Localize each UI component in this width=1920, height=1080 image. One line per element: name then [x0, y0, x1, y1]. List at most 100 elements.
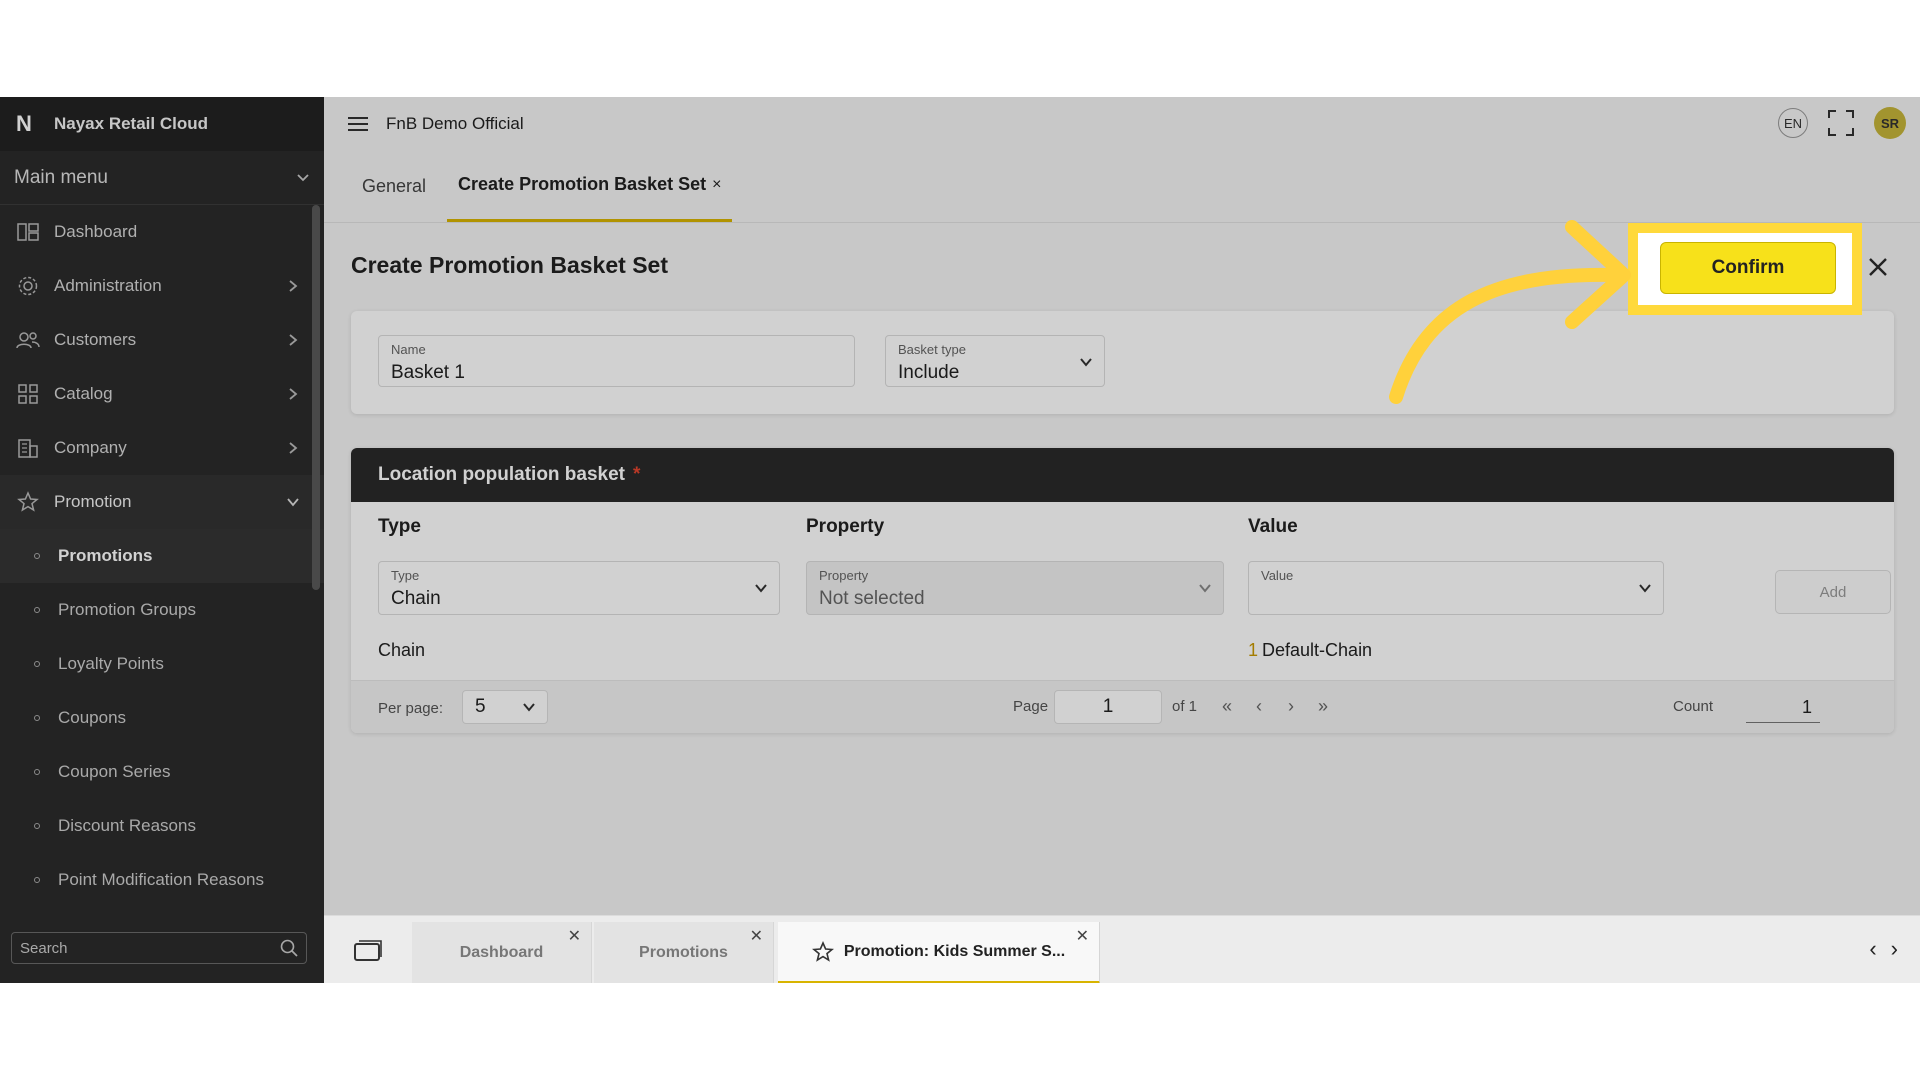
next-page-icon[interactable]: ›: [1281, 695, 1301, 717]
sidebar-item-company[interactable]: Company: [0, 421, 324, 475]
chevron-down-icon: [287, 498, 299, 507]
topbar: FnB Demo Official EN SR: [324, 97, 1920, 151]
type-select-value: Chain: [391, 588, 441, 609]
tab-general[interactable]: General: [351, 150, 437, 222]
required-mark: *: [633, 464, 641, 485]
bottom-tab-scroll: ‹ ›: [1869, 936, 1898, 962]
name-field-value: Basket 1: [391, 362, 465, 383]
close-icon[interactable]: ✕: [750, 926, 763, 946]
user-avatar[interactable]: SR: [1874, 107, 1906, 139]
sidebar-item-label: Customers: [54, 330, 137, 349]
sidebar-item-customers[interactable]: Customers: [0, 313, 324, 367]
last-page-icon[interactable]: »: [1313, 695, 1333, 717]
location-basket-title: Location population basket: [378, 464, 626, 485]
sidebar-subitem-promotions[interactable]: Promotions: [0, 529, 324, 583]
page-label: Page: [1013, 698, 1049, 715]
language-switcher[interactable]: EN: [1778, 108, 1808, 138]
add-button[interactable]: Add: [1775, 570, 1891, 614]
location-basket-header: Location population basket *: [351, 448, 1894, 502]
column-header-value: Value: [1248, 516, 1298, 537]
tab-create-promotion-basket-set[interactable]: Create Promotion Basket Set ×: [447, 150, 733, 222]
search-icon[interactable]: [280, 939, 298, 957]
chevron-down-icon: [755, 584, 767, 593]
close-icon[interactable]: ✕: [1076, 926, 1089, 946]
close-icon[interactable]: [1864, 253, 1892, 281]
property-select-label: Property: [819, 568, 869, 583]
page-number-input[interactable]: 1: [1054, 690, 1162, 724]
sidebar-item-label: Administration: [54, 276, 162, 295]
close-icon[interactable]: ✕: [568, 926, 581, 946]
row-value-text: Default-Chain: [1262, 640, 1373, 660]
sidebar-subitem-label: Discount Reasons: [58, 816, 196, 835]
sidebar-item-catalog[interactable]: Catalog: [0, 367, 324, 421]
catalog-grid-icon: [16, 382, 40, 406]
dashboard-icon: [16, 220, 40, 244]
bottom-tab-promotions[interactable]: Promotions ✕: [594, 922, 774, 983]
prev-page-icon[interactable]: ‹: [1249, 695, 1269, 717]
sidebar-subitem-label: Promotions: [58, 546, 153, 565]
chevron-right-icon: [289, 280, 298, 292]
sidebar-scrollbar[interactable]: [312, 205, 320, 590]
sidebar-subitem-discount-reasons[interactable]: Discount Reasons: [0, 799, 324, 853]
chevron-left-icon[interactable]: ‹: [1869, 936, 1876, 962]
window-switcher-icon[interactable]: [354, 940, 382, 962]
sidebar-search: [11, 932, 307, 964]
row-value-number: 1: [1248, 640, 1259, 660]
sidebar-subitem-coupons[interactable]: Coupons: [0, 691, 324, 745]
app-window: N Nayax Retail Cloud Main menu Dashboard…: [0, 97, 1920, 983]
sidebar-item-dashboard[interactable]: Dashboard: [0, 205, 324, 259]
name-field[interactable]: Name Basket 1: [378, 335, 855, 387]
confirm-button[interactable]: Confirm: [1660, 242, 1836, 294]
sidebar-item-label: Catalog: [54, 384, 113, 403]
page-title: Create Promotion Basket Set: [351, 252, 668, 278]
column-header-type: Type: [378, 516, 421, 537]
chevron-down-icon: [1639, 584, 1651, 593]
tab-label: General: [362, 175, 427, 196]
name-field-label: Name: [391, 342, 426, 357]
first-page-icon[interactable]: «: [1217, 695, 1237, 717]
sidebar-search-input[interactable]: [20, 939, 280, 957]
brand-name: Nayax Retail Cloud: [54, 114, 208, 133]
bottom-tab-bar: Dashboard ✕ Promotions ✕ Promotion: Kids…: [324, 915, 1920, 983]
main-menu-toggle[interactable]: Main menu: [0, 151, 324, 205]
fullscreen-icon[interactable]: [1828, 110, 1854, 136]
sidebar-subitem-point-modification-reasons[interactable]: Point Modification Reasons: [0, 853, 324, 907]
per-page-select[interactable]: 5: [462, 690, 548, 724]
brand-bar: N Nayax Retail Cloud: [0, 97, 324, 151]
sidebar-subitem-label: Coupon Series: [58, 762, 171, 781]
sidebar-subitem-coupon-series[interactable]: Coupon Series: [0, 745, 324, 799]
chevron-right-icon: [289, 442, 298, 454]
sidebar-subitem-label: Loyalty Points: [58, 654, 164, 673]
property-select-value: Not selected: [819, 588, 925, 609]
sidebar-subitem-label: Promotion Groups: [58, 600, 196, 619]
basket-type-label: Basket type: [898, 342, 966, 357]
chevron-right-icon[interactable]: ›: [1891, 936, 1898, 962]
hamburger-menu-icon[interactable]: [348, 116, 368, 132]
bottom-tab-dashboard[interactable]: Dashboard ✕: [412, 922, 592, 983]
sidebar-item-administration[interactable]: Administration: [0, 259, 324, 313]
sidebar-subitem-promotion-groups[interactable]: Promotion Groups: [0, 583, 324, 637]
type-select-label: Type: [391, 568, 420, 583]
page-navigation: « ‹ › »: [1217, 695, 1333, 717]
tab-label: Create Promotion Basket Set: [458, 174, 707, 194]
basket-type-select[interactable]: Basket type Include: [885, 335, 1105, 387]
sidebar-subitem-loyalty-points[interactable]: Loyalty Points: [0, 637, 324, 691]
property-select[interactable]: Property Not selected: [806, 561, 1224, 615]
close-tab-icon[interactable]: ×: [712, 176, 721, 194]
main-menu-label: Main menu: [14, 166, 108, 188]
page-tabs: General Create Promotion Basket Set ×: [324, 151, 1920, 223]
type-select[interactable]: Type Chain: [378, 561, 780, 615]
row-value: 1 Default-Chain: [1248, 640, 1372, 661]
sidebar-item-promotion[interactable]: Promotion: [0, 475, 324, 529]
bullet-icon: [34, 823, 40, 829]
bottom-tab-promotion-kids-summer[interactable]: Promotion: Kids Summer S... ✕: [778, 922, 1100, 983]
topbar-actions: EN SR: [1778, 107, 1906, 139]
bullet-icon: [34, 769, 40, 775]
column-header-property: Property: [806, 516, 885, 537]
value-select[interactable]: Value: [1248, 561, 1664, 615]
per-page-label: Per page:: [378, 700, 444, 717]
pagination-bar: Per page: 5 Page 1 of 1 « ‹ › » Count 1: [351, 680, 1894, 733]
bullet-icon: [34, 553, 40, 559]
admin-gear-icon: [16, 274, 40, 298]
sidebar: N Nayax Retail Cloud Main menu Dashboard…: [0, 97, 324, 983]
